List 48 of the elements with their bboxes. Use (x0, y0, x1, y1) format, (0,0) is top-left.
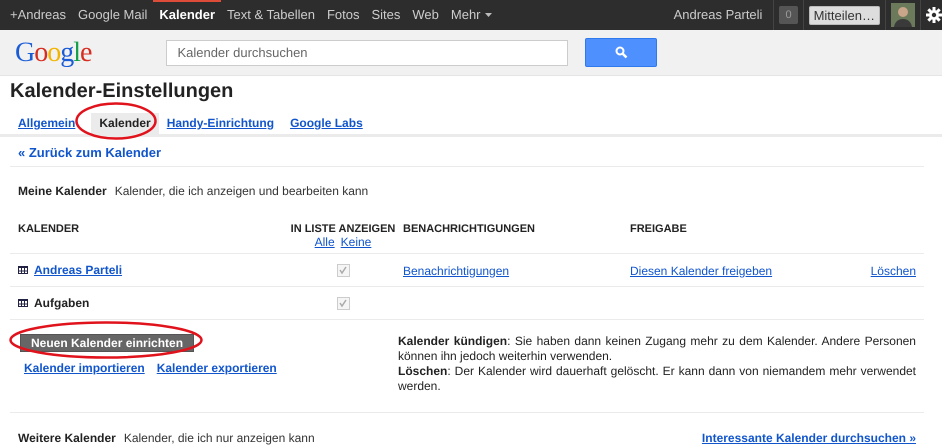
settings-tab[interactable]: Google Labs (290, 113, 371, 134)
import-calendar-link[interactable]: Kalender importieren (24, 361, 145, 375)
back-link[interactable]: « Zurück zum Kalender (18, 145, 162, 160)
top-nav-link[interactable]: Kalender (153, 0, 222, 30)
export-calendar-link[interactable]: Kalender exportieren (156, 361, 277, 375)
column-header: KALENDER (18, 223, 80, 235)
caret-icon (484, 13, 492, 17)
top-nav-link[interactable]: Text & Tabellen (221, 0, 321, 30)
calendar-name-link[interactable]: Andreas Parteli (34, 263, 122, 277)
browse-calendars-link[interactable]: Interessante Kalender durchsuchen » (702, 431, 916, 445)
search-field[interactable]: Kalender durchsuchen (166, 40, 568, 66)
calendar-icon (18, 299, 28, 307)
settings-tab[interactable]: Kalender (91, 113, 159, 134)
settings-tab[interactable]: Handy-Einrichtung (166, 113, 282, 134)
show-in-list-checkbox[interactable] (336, 296, 350, 310)
info-note: Löschen: Der Kalender wird dauerhaft gelöscht. Er kann dann von niemandem mehr verwendet werden. (398, 364, 916, 394)
new-calendar-button[interactable]: Neuen Kalender einrichten (20, 334, 194, 352)
top-nav-link[interactable]: Sites (365, 0, 406, 30)
avatar-icon[interactable] (891, 3, 915, 27)
section-description: Kalender, die ich anzeigen und bearbeiten kann (114, 184, 368, 198)
select-none-link[interactable]: Keine (340, 235, 372, 249)
share-button[interactable]: Mitteilen… (808, 6, 880, 24)
settings-tab[interactable]: Allgemein (18, 113, 84, 134)
top-nav-link[interactable]: Web (406, 0, 445, 30)
top-nav-link[interactable]: Mehr (444, 0, 498, 30)
google-logo[interactable]: Google (15, 36, 92, 68)
column-header: FREIGABE (630, 223, 688, 235)
search-icon (614, 46, 628, 59)
section-heading: Weitere Kalender (18, 431, 116, 445)
search-button[interactable] (585, 38, 658, 67)
calendar-icon (18, 266, 28, 274)
section-heading: Meine Kalender (18, 184, 107, 198)
column-header: IN LISTE ANZEIGEN (290, 223, 396, 235)
top-nav-link[interactable]: Google Mail (72, 0, 154, 30)
notifications-link[interactable]: Benachrichtigungen (403, 264, 510, 278)
info-note: Kalender kündigen: Sie haben dann keinen Zugang mehr zu dem Kalender. Andere Personen können ihn jedoch weiterhin verwenden. (398, 334, 916, 364)
delete-link[interactable]: Löschen (870, 264, 916, 278)
section-description: Kalender, die ich nur anzeigen kann (124, 431, 315, 445)
show-in-list-checkbox[interactable] (336, 264, 350, 276)
top-nav-link[interactable]: +Andreas (4, 0, 72, 30)
calendar-name: Aufgaben (34, 296, 90, 310)
settings-icon[interactable] (926, 7, 942, 23)
page-title: Kalender-Einstellungen (10, 80, 234, 103)
select-all-link[interactable]: Alle (314, 235, 335, 249)
column-header: BENACHRICHTIGUNGEN (403, 223, 536, 235)
top-nav-link[interactable]: Fotos (320, 0, 366, 30)
user-name[interactable]: Andreas Parteli (668, 0, 768, 30)
share-calendar-link[interactable]: Diesen Kalender freigeben (630, 264, 772, 278)
